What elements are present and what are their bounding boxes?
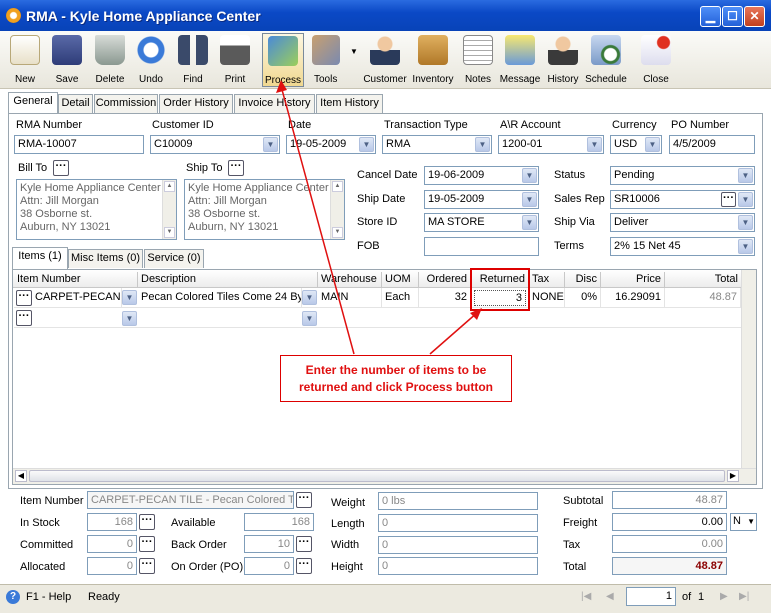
arrow-to-process — [280, 85, 355, 355]
width-label: Width — [331, 539, 360, 551]
height-label: Height — [331, 561, 363, 573]
committed-field: 0 — [87, 535, 137, 553]
help-icon[interactable]: ? — [6, 590, 20, 604]
first-page-icon[interactable]: |◀ — [581, 591, 591, 602]
freight-label: Freight — [563, 517, 598, 529]
back-order-label: Back Order — [171, 539, 227, 551]
page-of-label: of — [682, 591, 692, 603]
allocated-ellipsis-button[interactable]: ··· — [139, 558, 155, 574]
previous-page-icon[interactable]: ◀ — [606, 591, 614, 602]
last-page-icon[interactable]: ▶| — [739, 591, 749, 602]
available-field: 168 — [244, 513, 314, 531]
length-field: 0 — [378, 514, 538, 532]
width-field: 0 — [378, 536, 538, 554]
weight-label: Weight — [331, 497, 366, 509]
freight-code-select[interactable]: N ▼ — [730, 513, 757, 531]
subtotal-field: 48.87 — [612, 491, 727, 509]
back-order-ellipsis-button[interactable]: ··· — [296, 536, 312, 552]
back-order-field: 10 — [244, 535, 294, 553]
freight-field[interactable]: 0.00 — [612, 513, 727, 531]
in-stock-ellipsis-button[interactable]: ··· — [139, 514, 155, 530]
allocated-field: 0 — [87, 557, 137, 575]
status-text: Ready — [88, 591, 120, 603]
height-field: 0 — [378, 557, 538, 575]
total-label: Total — [563, 561, 587, 573]
item-number-field: CARPET-PECAN TILE - Pecan Colored Tiles — [87, 491, 294, 509]
on-order-label: On Order (PO) — [171, 561, 244, 573]
item-number-label: Item Number — [20, 495, 84, 507]
committed-ellipsis-button[interactable]: ··· — [139, 536, 155, 552]
allocated-label: Allocated — [20, 561, 66, 573]
weight-field: 0 lbs — [378, 492, 538, 510]
item-number-ellipsis-button[interactable]: ··· — [296, 492, 312, 508]
help-label[interactable]: F1 - Help — [26, 591, 71, 603]
subtotal-label: Subtotal — [563, 495, 604, 507]
next-page-icon[interactable]: ▶ — [720, 591, 728, 602]
arrow-to-returned — [429, 311, 479, 355]
chevron-down-icon[interactable]: ▼ — [747, 517, 755, 526]
committed-label: Committed — [20, 539, 74, 551]
in-stock-label: In Stock — [20, 517, 60, 529]
instruction-callout: Enter the number of items to be returned… — [280, 355, 512, 402]
length-label: Length — [331, 518, 365, 530]
tax-label: Tax — [563, 539, 581, 551]
tax-field: 0.00 — [612, 535, 727, 553]
page-count: 1 — [698, 591, 705, 603]
page-number-input[interactable]: 1 — [626, 587, 676, 606]
available-label: Available — [171, 517, 216, 529]
arrow-head-process-icon — [276, 80, 287, 93]
on-order-ellipsis-button[interactable]: ··· — [296, 558, 312, 574]
total-field: 48.87 — [612, 557, 727, 575]
on-order-field: 0 — [244, 557, 294, 575]
in-stock-field: 168 — [87, 513, 137, 531]
